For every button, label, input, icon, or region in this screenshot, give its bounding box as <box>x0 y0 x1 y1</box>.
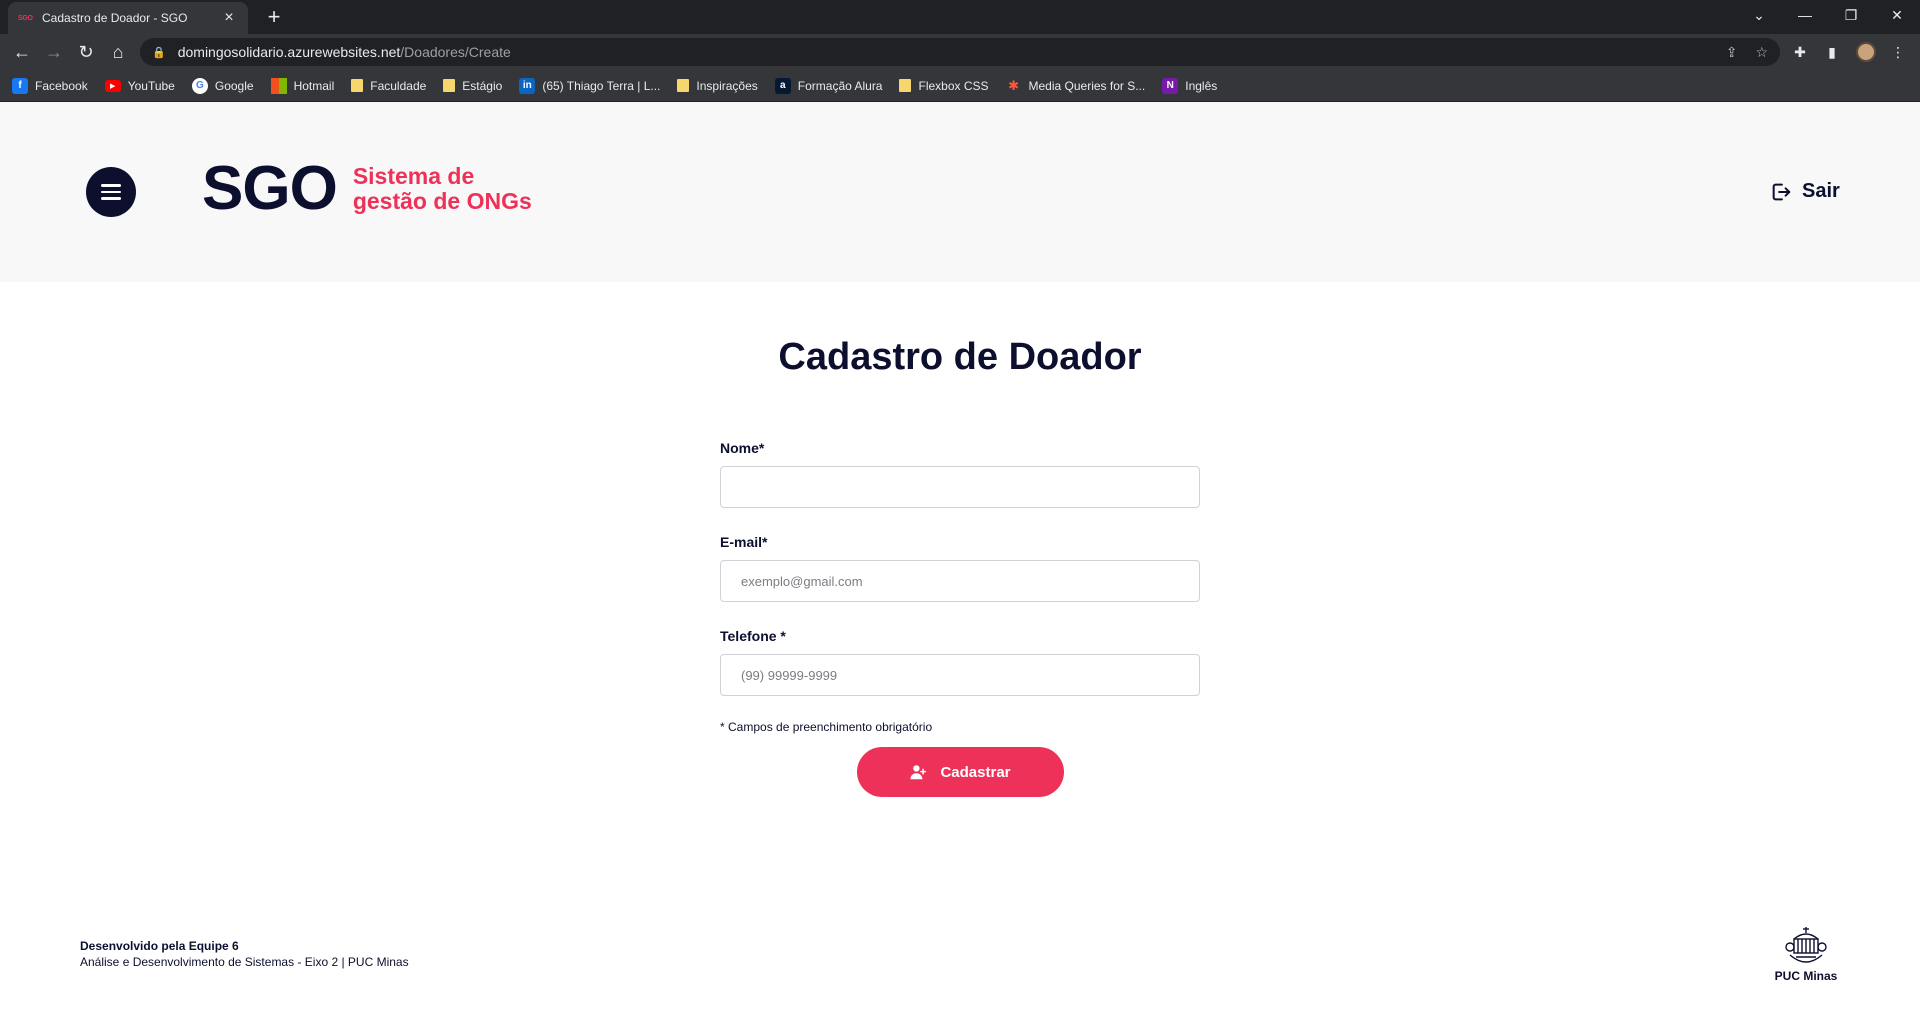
bookmark-item[interactable]: ▶ YouTube <box>104 78 175 93</box>
footer-credits: Desenvolvido pela Equipe 6 Análise e Des… <box>80 938 409 970</box>
site-header: SGO Sistema de gestão de ONGs Sair <box>0 102 1920 282</box>
phone-input[interactable] <box>720 654 1200 696</box>
phone-label: Telefone * <box>720 628 786 644</box>
logout-icon <box>1772 183 1791 200</box>
tab-title: Cadastro de Doador - SGO <box>42 11 188 25</box>
logout-label: Sair <box>1802 180 1840 202</box>
bookmark-label: Hotmail <box>293 78 335 93</box>
bookmark-star-icon[interactable]: ☆ <box>1755 44 1768 61</box>
footer-course: Análise e Desenvolvimento de Sistemas - … <box>80 955 409 969</box>
forward-button[interactable]: → <box>40 38 68 66</box>
new-tab-button[interactable]: + <box>260 4 288 32</box>
back-button[interactable]: ← <box>8 38 36 66</box>
reload-button[interactable]: ↻ <box>72 38 100 66</box>
bookmarks-bar: f Facebook ▶ YouTube G Google Hotmail Faculdade… <box>0 70 1920 102</box>
menu-line <box>101 184 121 187</box>
bookmark-item[interactable]: Flexbox CSS <box>899 78 989 93</box>
bookmark-item[interactable]: a Formação Alura <box>774 77 883 94</box>
bookmark-label: Faculdade <box>370 78 427 93</box>
folder-icon <box>351 79 364 92</box>
puc-minas-logo: PUC Minas <box>1770 925 1842 983</box>
email-input[interactable] <box>720 560 1200 602</box>
bookmark-label: Estágio <box>462 78 503 93</box>
logo-tagline: Sistema de gestão de ONGs <box>352 163 532 214</box>
bookmark-item[interactable]: Estágio <box>443 79 502 93</box>
bookmark-item[interactable]: Faculdade <box>351 79 426 93</box>
tab-close-icon[interactable]: × <box>220 9 238 27</box>
footer-credit: Desenvolvido pela Equipe 6 <box>80 939 239 953</box>
tab-search-icon[interactable]: ⌄ <box>1736 0 1782 30</box>
bookmark-label: Flexbox CSS <box>918 78 989 93</box>
bookmark-label: Formação Alura <box>797 78 883 93</box>
bookmark-item[interactable]: in (65) Thiago Terra | L... <box>519 77 661 94</box>
side-panel-icon[interactable]: ▮ <box>1818 38 1846 66</box>
bookmark-item[interactable]: ✱ Media Queries for S... <box>1005 77 1146 94</box>
menu-line <box>101 190 121 194</box>
puc-logo-label: PUC Minas <box>1774 969 1838 983</box>
url-host: domingosolidario.azurewebsites.net <box>177 44 401 60</box>
bookmark-item[interactable]: Inspirações <box>677 78 758 93</box>
bookmark-label: Inspirações <box>696 78 758 93</box>
bookmark-label: Google <box>214 78 254 93</box>
name-label: Nome* <box>720 440 765 456</box>
minimize-button[interactable]: — <box>1782 0 1828 30</box>
add-user-icon <box>910 765 927 780</box>
facebook-icon: f <box>12 77 28 94</box>
puc-seal-icon <box>1785 927 1827 963</box>
email-label: E-mail* <box>720 534 768 550</box>
hamburger-menu-button[interactable] <box>86 167 136 217</box>
google-icon: G <box>191 77 208 94</box>
address-bar[interactable]: 🔒 domingosolidario.azurewebsites.net /Do… <box>140 38 1780 66</box>
bookmark-label: Facebook <box>35 78 88 93</box>
restore-button[interactable]: ❐ <box>1828 0 1874 30</box>
share-icon[interactable]: ⇪ <box>1726 44 1738 61</box>
bookmark-label: Media Queries for S... <box>1028 78 1146 93</box>
donor-form: Nome* E-mail* Telefone * * Campos de pre… <box>720 440 1200 734</box>
bookmark-item[interactable]: f Facebook <box>12 77 88 94</box>
bookmark-label: (65) Thiago Terra | L... <box>542 78 661 93</box>
url-path: /Doadores/Create <box>400 44 511 60</box>
onenote-icon: N <box>1162 77 1179 94</box>
folder-icon <box>899 79 912 92</box>
lock-icon[interactable]: 🔒 <box>152 46 166 59</box>
name-input[interactable] <box>720 466 1200 508</box>
youtube-icon: ▶ <box>104 79 121 92</box>
browser-tab[interactable]: SGO Cadastro de Doador - SGO × <box>8 2 248 34</box>
profile-avatar[interactable] <box>1856 42 1876 62</box>
asterisk-icon: ✱ <box>1005 77 1022 94</box>
extensions-icon[interactable]: ✚ <box>1786 38 1814 66</box>
bookmark-label: YouTube <box>127 78 175 93</box>
required-fields-note: * Campos de preenchimento obrigatório <box>720 720 933 734</box>
browser-tab-bar: SGO Cadastro de Doador - SGO × + ⌄ — ❐ ✕ <box>0 0 1920 34</box>
sgo-logo[interactable]: SGO Sistema de gestão de ONGs <box>202 158 553 220</box>
submit-button[interactable]: Cadastrar <box>857 747 1064 797</box>
folder-icon <box>677 79 690 92</box>
bookmark-label: Inglês <box>1185 78 1218 93</box>
page-title: Cadastro de Doador <box>778 336 1142 378</box>
alura-icon: a <box>774 77 791 94</box>
close-window-button[interactable]: ✕ <box>1874 0 1920 30</box>
bookmark-item[interactable]: Hotmail <box>270 77 335 94</box>
submit-label: Cadastrar <box>940 763 1011 781</box>
browser-menu-icon[interactable]: ⋮ <box>1884 38 1912 66</box>
logout-button[interactable]: Sair <box>1770 180 1840 203</box>
folder-icon <box>443 79 456 92</box>
bookmark-item[interactable]: N Inglês <box>1162 77 1218 94</box>
microsoft-icon <box>270 77 287 94</box>
browser-toolbar: ← → ↻ ⌂ 🔒 domingosolidario.azurewebsites… <box>0 34 1920 70</box>
logo-text: SGO <box>202 154 338 223</box>
linkedin-icon: in <box>519 77 536 94</box>
menu-line <box>101 197 121 200</box>
tab-favicon-icon: SGO <box>18 14 33 22</box>
home-button[interactable]: ⌂ <box>104 38 132 66</box>
bookmark-item[interactable]: G Google <box>191 77 254 94</box>
